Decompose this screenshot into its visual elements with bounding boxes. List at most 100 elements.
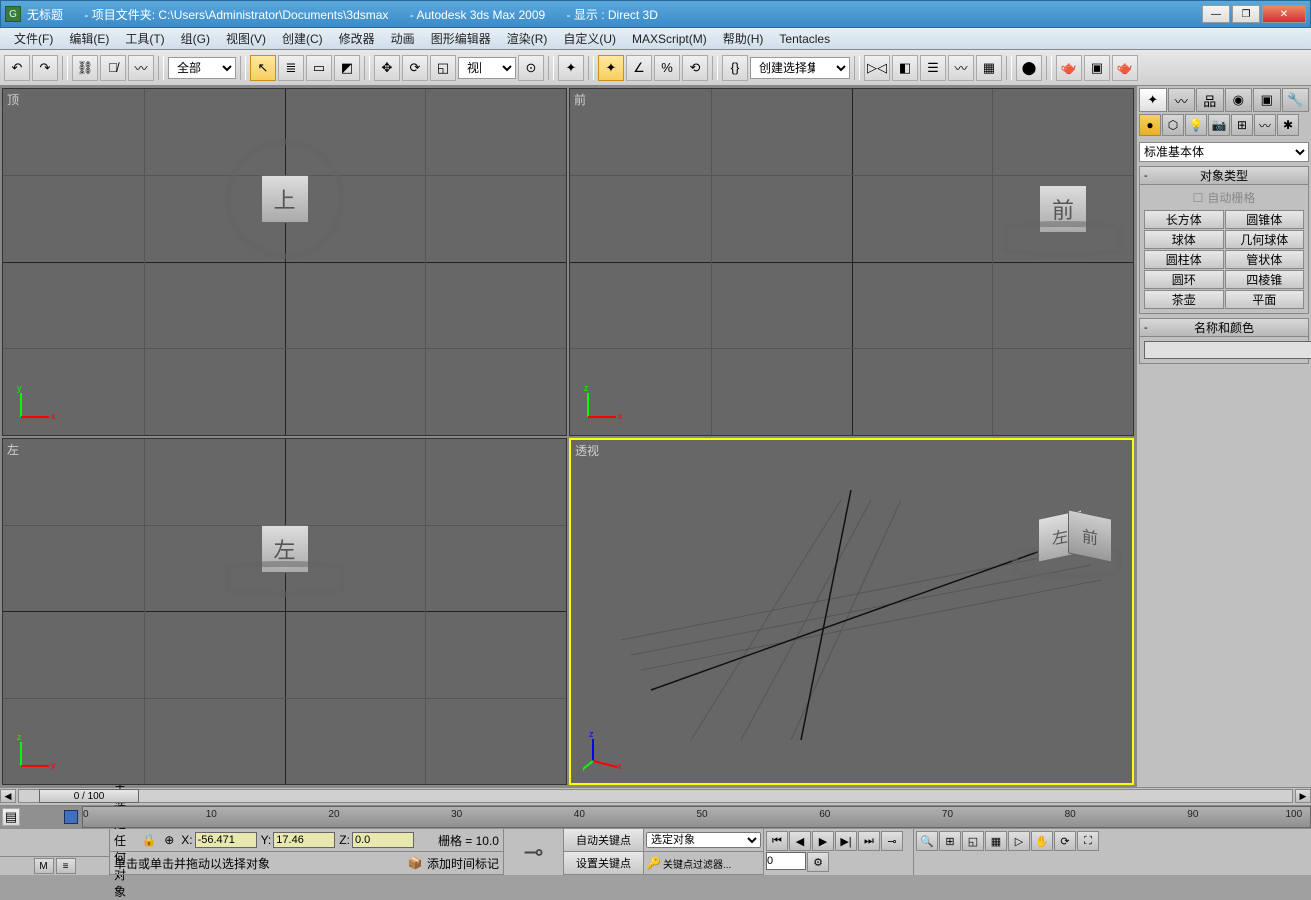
obj-teapot[interactable]: 茶壶 xyxy=(1144,290,1224,309)
time-ruler[interactable]: 0 10 20 30 40 50 60 70 80 90 100 xyxy=(82,806,1311,828)
menu-tentacles[interactable]: Tentacles xyxy=(771,30,838,48)
rollout-header[interactable]: -对象类型 xyxy=(1140,167,1308,185)
move-button[interactable]: ✥ xyxy=(374,55,400,81)
tab-utilities[interactable]: 🔧 xyxy=(1282,88,1310,112)
menu-edit[interactable]: 编辑(E) xyxy=(61,28,117,49)
percent-snap-button[interactable]: % xyxy=(654,55,680,81)
view-cube[interactable]: 前 xyxy=(1003,149,1123,269)
key-target-select[interactable]: 选定对象 xyxy=(646,832,761,848)
autokey-button[interactable]: 自动关键点 xyxy=(564,829,643,852)
zoom-extents-all-button[interactable]: ▦ xyxy=(985,831,1007,851)
z-input[interactable] xyxy=(352,832,414,848)
menu-grapheditor[interactable]: 图形编辑器 xyxy=(423,28,499,49)
scroll-right-button[interactable]: ▶ xyxy=(1295,789,1311,803)
menu-help[interactable]: 帮助(H) xyxy=(715,28,772,49)
subtab-systems[interactable]: ✱ xyxy=(1277,114,1299,136)
named-selection-select[interactable]: 创建选择集 xyxy=(750,57,850,79)
listener-button[interactable]: ≡ xyxy=(56,858,76,874)
select-by-name-button[interactable]: ≣ xyxy=(278,55,304,81)
curve-editor-button[interactable]: 〰 xyxy=(948,55,974,81)
viewport-left[interactable]: 左 左 zy xyxy=(2,438,567,786)
menu-customize[interactable]: 自定义(U) xyxy=(555,28,624,49)
menu-modifiers[interactable]: 修改器 xyxy=(331,28,383,49)
menu-tools[interactable]: 工具(T) xyxy=(117,28,172,49)
coord-mode-icon[interactable]: ⊕ xyxy=(161,832,177,848)
time-config-button[interactable]: ⚙ xyxy=(807,852,829,872)
time-tag-icon[interactable]: 📦 xyxy=(407,855,423,871)
selection-filter-select[interactable]: 全部 xyxy=(168,57,236,79)
obj-box[interactable]: 长方体 xyxy=(1144,210,1224,229)
y-input[interactable] xyxy=(273,832,335,848)
subtab-shapes[interactable]: ⬡ xyxy=(1162,114,1184,136)
view-cube[interactable]: 左 xyxy=(225,489,345,609)
viewport-perspective[interactable]: 透视 左 前 zxy xyxy=(569,438,1134,786)
window-crossing-button[interactable]: ◩ xyxy=(334,55,360,81)
edit-named-sets-button[interactable]: {} xyxy=(722,55,748,81)
maximize-viewport-button[interactable]: ⛶ xyxy=(1077,831,1099,851)
viewport-top[interactable]: 顶 上 yx xyxy=(2,88,567,436)
subtab-spacewarps[interactable]: 〰 xyxy=(1254,114,1276,136)
close-button[interactable]: ✕ xyxy=(1262,5,1306,23)
tab-motion[interactable]: ◉ xyxy=(1225,88,1253,112)
time-marker[interactable] xyxy=(64,810,78,824)
schematic-view-button[interactable]: ▦ xyxy=(976,55,1002,81)
view-cube[interactable]: 上 xyxy=(225,139,345,259)
menu-animation[interactable]: 动画 xyxy=(383,28,423,49)
obj-torus[interactable]: 圆环 xyxy=(1144,270,1224,289)
zoom-button[interactable]: 🔍 xyxy=(916,831,938,851)
obj-cylinder[interactable]: 圆柱体 xyxy=(1144,250,1224,269)
current-frame-input[interactable] xyxy=(766,852,806,870)
material-editor-button[interactable]: ⬤ xyxy=(1016,55,1042,81)
manipulate-button[interactable]: ✦ xyxy=(558,55,584,81)
viewport-front[interactable]: 前 前 zx xyxy=(569,88,1134,436)
object-name-input[interactable] xyxy=(1144,341,1311,359)
prev-frame-button[interactable]: ◀ xyxy=(789,831,811,851)
next-frame-button[interactable]: ▶| xyxy=(835,831,857,851)
angle-snap-button[interactable]: ∠ xyxy=(626,55,652,81)
ref-coord-select[interactable]: 视图 xyxy=(458,57,516,79)
tab-create[interactable]: ✦ xyxy=(1139,88,1167,112)
script-mini-listener[interactable] xyxy=(0,829,109,857)
setkey-button[interactable]: 设置关键点 xyxy=(564,852,643,875)
obj-sphere[interactable]: 球体 xyxy=(1144,230,1224,249)
lock-icon[interactable]: 🔒 xyxy=(141,832,157,848)
undo-button[interactable]: ↶ xyxy=(4,55,30,81)
align-button[interactable]: ◧ xyxy=(892,55,918,81)
render-button[interactable]: 🫖 xyxy=(1112,55,1138,81)
category-select[interactable]: 标准基本体 xyxy=(1139,142,1309,162)
rollout-header[interactable]: -名称和颜色 xyxy=(1140,319,1308,337)
obj-tube[interactable]: 管状体 xyxy=(1225,250,1305,269)
pivot-center-button[interactable]: ⊙ xyxy=(518,55,544,81)
time-slider[interactable]: 0 / 100 xyxy=(18,789,1293,803)
add-time-tag[interactable]: 添加时间标记 xyxy=(427,855,499,872)
zoom-all-button[interactable]: ⊞ xyxy=(939,831,961,851)
view-cube[interactable]: 左 前 xyxy=(1012,480,1122,590)
subtab-geometry[interactable]: ● xyxy=(1139,114,1161,136)
menu-maxscript[interactable]: MAXScript(M) xyxy=(624,30,715,48)
key-icon[interactable]: 🔑 xyxy=(646,856,661,870)
select-object-button[interactable]: ↖ xyxy=(250,55,276,81)
key-lock-icon[interactable]: ⊸ xyxy=(503,829,563,875)
menu-file[interactable]: 文件(F) xyxy=(6,28,61,49)
pan-button[interactable]: ✋ xyxy=(1031,831,1053,851)
menu-group[interactable]: 组(G) xyxy=(173,28,218,49)
menu-create[interactable]: 创建(C) xyxy=(274,28,331,49)
unlink-button[interactable]: ⛓̸ xyxy=(100,55,126,81)
layer-manager-button[interactable]: ☰ xyxy=(920,55,946,81)
obj-plane[interactable]: 平面 xyxy=(1225,290,1305,309)
bind-spacewarp-button[interactable]: 〰 xyxy=(128,55,154,81)
redo-button[interactable]: ↷ xyxy=(32,55,58,81)
snap-toggle-button[interactable]: ✦ xyxy=(598,55,624,81)
render-setup-button[interactable]: 🫖 xyxy=(1056,55,1082,81)
key-filter-button[interactable]: 关键点过滤器... xyxy=(663,856,731,871)
tab-modify[interactable]: 〰 xyxy=(1168,88,1196,112)
maxscript-button[interactable]: M xyxy=(34,858,54,874)
rendered-frame-button[interactable]: ▣ xyxy=(1084,55,1110,81)
mirror-button[interactable]: ▷◁ xyxy=(864,55,890,81)
fov-button[interactable]: ▷ xyxy=(1008,831,1030,851)
zoom-extents-button[interactable]: ◱ xyxy=(962,831,984,851)
subtab-cameras[interactable]: 📷 xyxy=(1208,114,1230,136)
subtab-lights[interactable]: 💡 xyxy=(1185,114,1207,136)
tab-hierarchy[interactable]: 品 xyxy=(1196,88,1224,112)
spinner-snap-button[interactable]: ⟲ xyxy=(682,55,708,81)
